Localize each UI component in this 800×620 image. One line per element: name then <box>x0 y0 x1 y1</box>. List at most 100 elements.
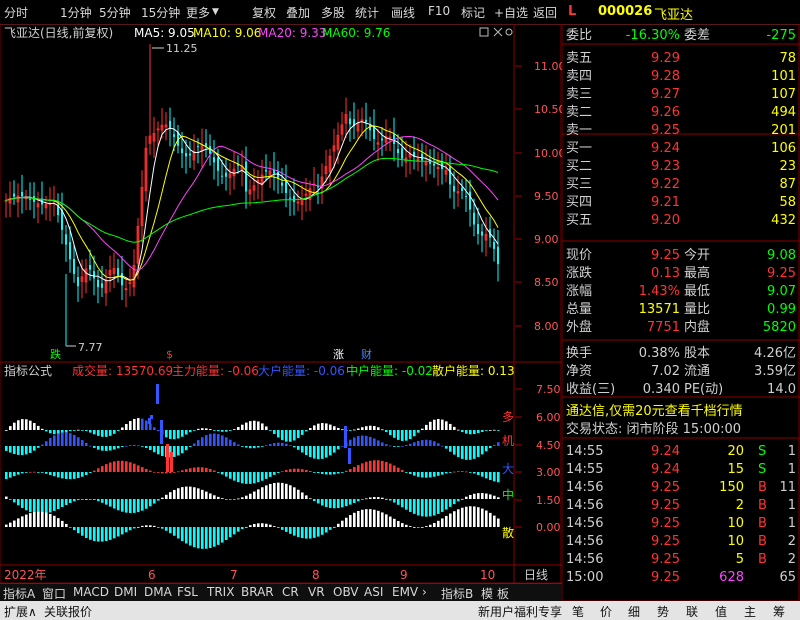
tick-side: B <box>758 480 767 495</box>
statistics-button[interactable]: 统计 <box>355 4 379 21</box>
bid-price[interactable]: 9.22 <box>651 177 680 192</box>
tab-vr[interactable]: VR <box>308 585 325 599</box>
quote-label: 涨幅 <box>566 284 592 299</box>
price-tick: 11.00 <box>534 60 562 73</box>
tick-time: 14:56 <box>566 480 603 495</box>
ask-price[interactable]: 9.28 <box>651 69 680 84</box>
ma10-label: MA10: 9.06 <box>193 26 261 40</box>
indicator-name[interactable]: 指标公式 <box>4 363 52 378</box>
year-label: 2022年 <box>4 568 47 582</box>
stock-flag: L <box>568 4 577 19</box>
tab-fsl[interactable]: FSL <box>177 585 198 599</box>
tab-main[interactable]: 主 <box>744 603 756 620</box>
stat-value: 3.59亿 <box>754 364 796 379</box>
stat-value: 4.26亿 <box>754 346 796 361</box>
ask-volume: 78 <box>779 51 796 66</box>
tab-macd[interactable]: MACD <box>73 585 109 599</box>
ask-price[interactable]: 9.27 <box>651 87 680 102</box>
multi-stock-button[interactable]: 多股 <box>321 4 345 21</box>
tick-side: B <box>758 516 767 531</box>
tab-1min[interactable]: 1分钟 <box>60 4 92 21</box>
tab-trend[interactable]: 势 <box>657 603 669 620</box>
tab-asi[interactable]: ASI <box>364 585 383 599</box>
tab-window[interactable]: 窗口 <box>42 585 66 602</box>
period-label[interactable]: 日线 <box>524 568 548 582</box>
marker-dollar[interactable]: $ <box>166 348 173 361</box>
month-7: 7 <box>230 568 238 582</box>
tab-template[interactable]: 模 <box>481 585 493 602</box>
restore-rights-button[interactable]: 复权 <box>252 4 276 21</box>
tick-count: 1 <box>788 516 796 531</box>
tab-more[interactable]: 更多 <box>186 4 210 21</box>
tab-emv[interactable]: EMV <box>392 585 418 599</box>
quote-value: 0.13 <box>651 266 680 281</box>
ask-price[interactable]: 9.25 <box>651 123 680 138</box>
tab-value[interactable]: 值 <box>715 603 727 620</box>
tab-dmi[interactable]: DMI <box>114 585 137 599</box>
quote-label: 总量 <box>566 302 592 317</box>
bid-price[interactable]: 9.23 <box>651 159 680 174</box>
chevron-down-icon[interactable]: ▼ <box>212 7 219 17</box>
related-quote-button[interactable]: 关联报价 <box>44 603 92 620</box>
marker-rise[interactable]: 涨 <box>333 348 344 361</box>
draw-line-button[interactable]: 画线 <box>391 4 415 21</box>
chart-option-icon[interactable] <box>479 27 489 37</box>
bid-price[interactable]: 9.24 <box>651 141 680 156</box>
month-9: 9 <box>400 568 408 582</box>
tick-count: 1 <box>788 462 796 477</box>
bid-price[interactable]: 9.20 <box>651 213 680 228</box>
tab-cr[interactable]: CR <box>282 585 299 599</box>
commission-diff-label: 委差 <box>684 28 710 43</box>
tab-trades[interactable]: 笔 <box>572 603 584 620</box>
overlay-button[interactable]: 叠加 <box>286 4 310 21</box>
tab-dma[interactable]: DMA <box>144 585 172 599</box>
tab-5min[interactable]: 5分钟 <box>99 4 131 21</box>
ask-price[interactable]: 9.29 <box>651 51 680 66</box>
stat-label: PE(动) <box>684 382 723 397</box>
indicator-tick: 7.50 <box>536 383 561 396</box>
tick-volume: 2 <box>736 498 744 513</box>
price-tick: 10.50 <box>534 103 562 116</box>
depth-promo-link[interactable]: 通达信,仅需20元查看千档行情 <box>566 403 743 419</box>
tick-price: 9.24 <box>651 444 680 459</box>
tab-trix[interactable]: TRIX <box>207 585 234 599</box>
back-button[interactable]: 返回 <box>533 4 557 21</box>
f10-button[interactable]: F10 <box>428 4 450 18</box>
add-watchlist-button[interactable]: +自选 <box>494 4 528 21</box>
tab-detail[interactable]: 细 <box>628 603 640 620</box>
tab-indicator-a[interactable]: 指标A <box>3 585 35 602</box>
quote-label: 量比 <box>684 302 710 317</box>
tab-obv[interactable]: OBV <box>333 585 359 599</box>
marker-finance[interactable]: 财 <box>361 347 372 361</box>
side-label-duo: 多 <box>502 410 514 424</box>
tab-linked[interactable]: 联 <box>686 603 698 620</box>
mid-energy-value: 中户能量: -0.02 <box>346 363 433 378</box>
promo-link[interactable]: 新用户福利专享 <box>478 603 562 620</box>
chart-settings-icon[interactable] <box>505 28 513 36</box>
ask-price[interactable]: 9.26 <box>651 105 680 120</box>
mark-button[interactable]: 标记 <box>461 4 485 21</box>
marker-fall[interactable]: 跌 <box>50 347 61 361</box>
kline-chart[interactable]: 飞亚达(日线,前复权) MA5: 9.05 MA10: 9.06 MA20: 9… <box>0 24 562 583</box>
chart-close-icon[interactable] <box>493 27 503 37</box>
expand-button[interactable]: 扩展∧ <box>4 603 37 620</box>
tick-time: 14:56 <box>566 516 603 531</box>
bid-price[interactable]: 9.21 <box>651 195 680 210</box>
bid-level-label: 买二 <box>566 159 592 174</box>
tab-indicator-b[interactable]: 指标B <box>441 585 473 602</box>
tab-scroll-right-icon[interactable]: › <box>422 585 427 599</box>
tab-brar[interactable]: BRAR <box>241 585 274 599</box>
price-tick: 8.50 <box>534 276 559 289</box>
stat-value: 0.38% <box>639 346 680 361</box>
tab-chips[interactable]: 筹 <box>773 603 785 620</box>
ma20-label: MA20: 9.33 <box>258 26 326 40</box>
tab-price-dist[interactable]: 价 <box>600 603 612 620</box>
quote-value: 0.99 <box>767 302 796 317</box>
tick-volume: 20 <box>727 444 744 459</box>
quote-value: 1.43% <box>639 284 680 299</box>
tab-timeshare[interactable]: 分时 <box>4 4 28 21</box>
tab-15min[interactable]: 15分钟 <box>141 4 180 21</box>
tab-board[interactable]: 板 <box>497 585 509 602</box>
tick-price: 9.25 <box>651 552 680 567</box>
trade-state: 交易状态: 闭市阶段 15:00:00 <box>566 421 741 437</box>
